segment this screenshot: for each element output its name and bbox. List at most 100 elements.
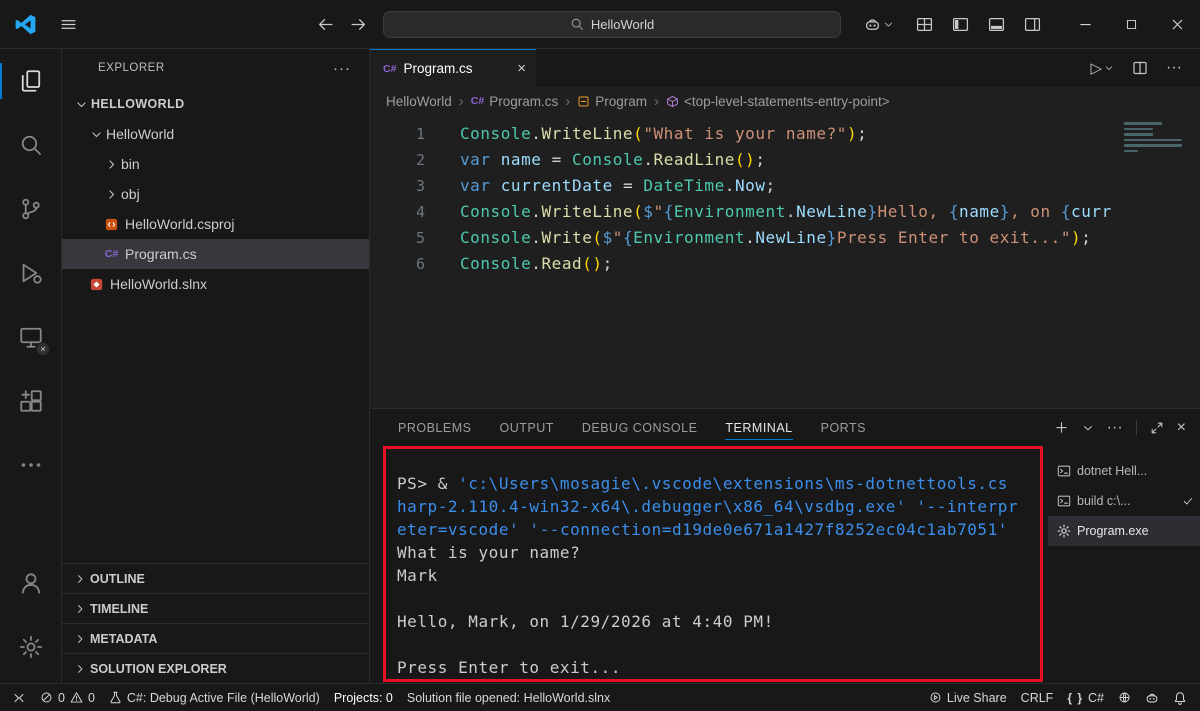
tree-item-helloworld[interactable]: HelloWorld	[62, 119, 369, 149]
panel-header: PROBLEMS OUTPUT DEBUG CONSOLE TERMINAL PORTS…	[370, 409, 1200, 446]
toggle-secondary-sidebar-button[interactable]	[1016, 9, 1048, 39]
chevron-right-icon	[74, 633, 86, 645]
code-line-3[interactable]: 3var currentDate = DateTime.Now;	[370, 173, 1200, 199]
status-remote-button[interactable]	[0, 684, 33, 711]
debug-status-label: C#: Debug Active File (HelloWorld)	[127, 691, 320, 705]
tree-item-bin[interactable]: bin	[62, 149, 369, 179]
terminal-line: eter=vscode' '--connection=d19de0e671a14…	[397, 518, 1048, 541]
code-text: Console.Write($"{Environment.NewLine}Pre…	[460, 225, 1091, 251]
csharp-icon: C#	[383, 63, 396, 75]
activity-bar-item-extensions[interactable]	[0, 369, 61, 433]
code-text: Console.Read();	[460, 251, 613, 277]
split-editor-button[interactable]	[1132, 60, 1148, 76]
new-terminal-button[interactable]	[1054, 420, 1069, 435]
close-button[interactable]	[1154, 0, 1200, 48]
disconnect-badge: ×	[36, 342, 50, 356]
breadcrumb-item-program-cs[interactable]: C#Program.cs	[471, 94, 558, 109]
code-line-6[interactable]: 6Console.Read();	[370, 251, 1200, 277]
activity-bar-item-account[interactable]	[0, 551, 61, 615]
status-projects[interactable]: Projects: 0	[327, 684, 400, 711]
extensions-icon	[19, 389, 43, 413]
divider	[1136, 420, 1137, 435]
copilot-icon	[864, 16, 881, 33]
panel-actions: ··· ×	[1054, 419, 1186, 437]
status-copilot[interactable]	[1138, 684, 1166, 711]
close-panel-button[interactable]: ×	[1177, 419, 1186, 437]
check-icon	[1182, 495, 1194, 507]
maximize-panel-button[interactable]	[1150, 421, 1164, 435]
status-ports[interactable]	[1111, 684, 1138, 711]
live-share-label: Live Share	[947, 691, 1007, 705]
breadcrumb-item-top-level-statements-entry-point[interactable]: <top-level-statements-entry-point>	[666, 94, 890, 109]
code-line-1[interactable]: 1Console.WriteLine("What is your name?")…	[370, 121, 1200, 147]
terminal-output[interactable]: PS> & 'c:\Users\mosagie\.vscode\extensio…	[370, 446, 1048, 683]
terminal-launch-dropdown-button[interactable]	[1082, 422, 1094, 434]
activity-bar-item-settings[interactable]	[0, 615, 61, 679]
terminal-line: PS> & 'c:\Users\mosagie\.vscode\extensio…	[397, 472, 1048, 495]
projects-label: Projects: 0	[334, 691, 393, 705]
line-number: 2	[370, 147, 425, 173]
maximize-button[interactable]	[1108, 0, 1154, 48]
customize-layout-button[interactable]	[908, 9, 940, 39]
tree-item-helloworld[interactable]: HELLOWORLD	[62, 89, 369, 119]
activity-bar-item-explorer[interactable]	[0, 49, 61, 113]
nav-back-button[interactable]	[317, 16, 334, 33]
activity-bar-item-run-and-debug[interactable]	[0, 241, 61, 305]
breadcrumb-item-helloworld[interactable]: HelloWorld	[386, 94, 452, 109]
status-notifications[interactable]	[1166, 684, 1194, 711]
panel-tab-output[interactable]: OUTPUT	[499, 409, 553, 446]
status-solution[interactable]: Solution file opened: HelloWorld.slnx	[400, 684, 617, 711]
terminal-tab-build[interactable]: build c:\...	[1048, 486, 1200, 516]
globe-icon	[1118, 691, 1131, 704]
chevron-down-icon	[87, 128, 106, 141]
section-label: METADATA	[90, 632, 157, 646]
code-line-4[interactable]: 4Console.WriteLine($"{Environment.NewLin…	[370, 199, 1200, 225]
activity-bar-item-more[interactable]	[0, 433, 61, 497]
tree-item-program-cs[interactable]: C#Program.cs	[62, 239, 369, 269]
code-line-2[interactable]: 2var name = Console.ReadLine();	[370, 147, 1200, 173]
minimap[interactable]	[1124, 122, 1186, 152]
explorer-more-actions-button[interactable]: ···	[333, 60, 351, 77]
toggle-primary-sidebar-button[interactable]	[944, 9, 976, 39]
nav-forward-button[interactable]	[350, 16, 367, 33]
breadcrumb-separator: ›	[654, 93, 659, 110]
minimize-button[interactable]	[1062, 0, 1108, 48]
section-timeline[interactable]: TIMELINE	[62, 593, 369, 623]
breadcrumb-item-program[interactable]: Program	[577, 94, 647, 109]
code-editor[interactable]: 1Console.WriteLine("What is your name?")…	[370, 115, 1200, 408]
panel-tab-terminal[interactable]: TERMINAL	[725, 409, 792, 446]
tree-item-helloworld-csproj[interactable]: HelloWorld.csproj	[62, 209, 369, 239]
status-eol[interactable]: CRLF	[1014, 684, 1061, 711]
toggle-panel-button[interactable]	[980, 9, 1012, 39]
copilot-button[interactable]	[864, 16, 894, 33]
terminal-line: Mark	[397, 564, 1048, 587]
editor-more-actions-button[interactable]: ···	[1166, 59, 1182, 77]
tab-close-button[interactable]: ×	[517, 60, 526, 77]
status-language[interactable]: { } C#	[1060, 684, 1111, 711]
activity-bar-item-search[interactable]	[0, 113, 61, 177]
status-problems[interactable]: 0 0	[33, 684, 102, 711]
panel-tab-ports[interactable]: PORTS	[821, 409, 866, 446]
menu-button[interactable]	[60, 16, 77, 33]
activity-bar-item-source-control[interactable]	[0, 177, 61, 241]
command-center-search[interactable]: HelloWorld	[383, 11, 841, 38]
section-outline[interactable]: OUTLINE	[62, 563, 369, 593]
vscode-window: HelloWorld × EXPLORER	[0, 0, 1200, 711]
panel-tab-problems[interactable]: PROBLEMS	[398, 409, 471, 446]
line-number: 4	[370, 199, 425, 225]
tab-program-cs[interactable]: C# Program.cs ×	[370, 49, 536, 87]
code-line-5[interactable]: 5Console.Write($"{Environment.NewLine}Pr…	[370, 225, 1200, 251]
panel-tab-debug-console[interactable]: DEBUG CONSOLE	[582, 409, 698, 446]
terminal-tab-program-exe[interactable]: Program.exe	[1048, 516, 1200, 546]
section-metadata[interactable]: METADATA	[62, 623, 369, 653]
tree-item-helloworld-slnx[interactable]: HelloWorld.slnx	[62, 269, 369, 299]
run-button[interactable]: ▷	[1090, 59, 1114, 77]
activity-bar-item-remote-explorer[interactable]: ×	[0, 305, 61, 369]
status-live-share[interactable]: Live Share	[922, 684, 1014, 711]
tree-item-obj[interactable]: obj	[62, 179, 369, 209]
status-debug[interactable]: C#: Debug Active File (HelloWorld)	[102, 684, 327, 711]
terminal-tab-dotnet[interactable]: dotnet Hell...	[1048, 456, 1200, 486]
section-solution-explorer[interactable]: SOLUTION EXPLORER	[62, 653, 369, 683]
panel-more-actions-button[interactable]: ···	[1107, 419, 1123, 437]
tree-item-label: HelloWorld.csproj	[125, 216, 234, 232]
